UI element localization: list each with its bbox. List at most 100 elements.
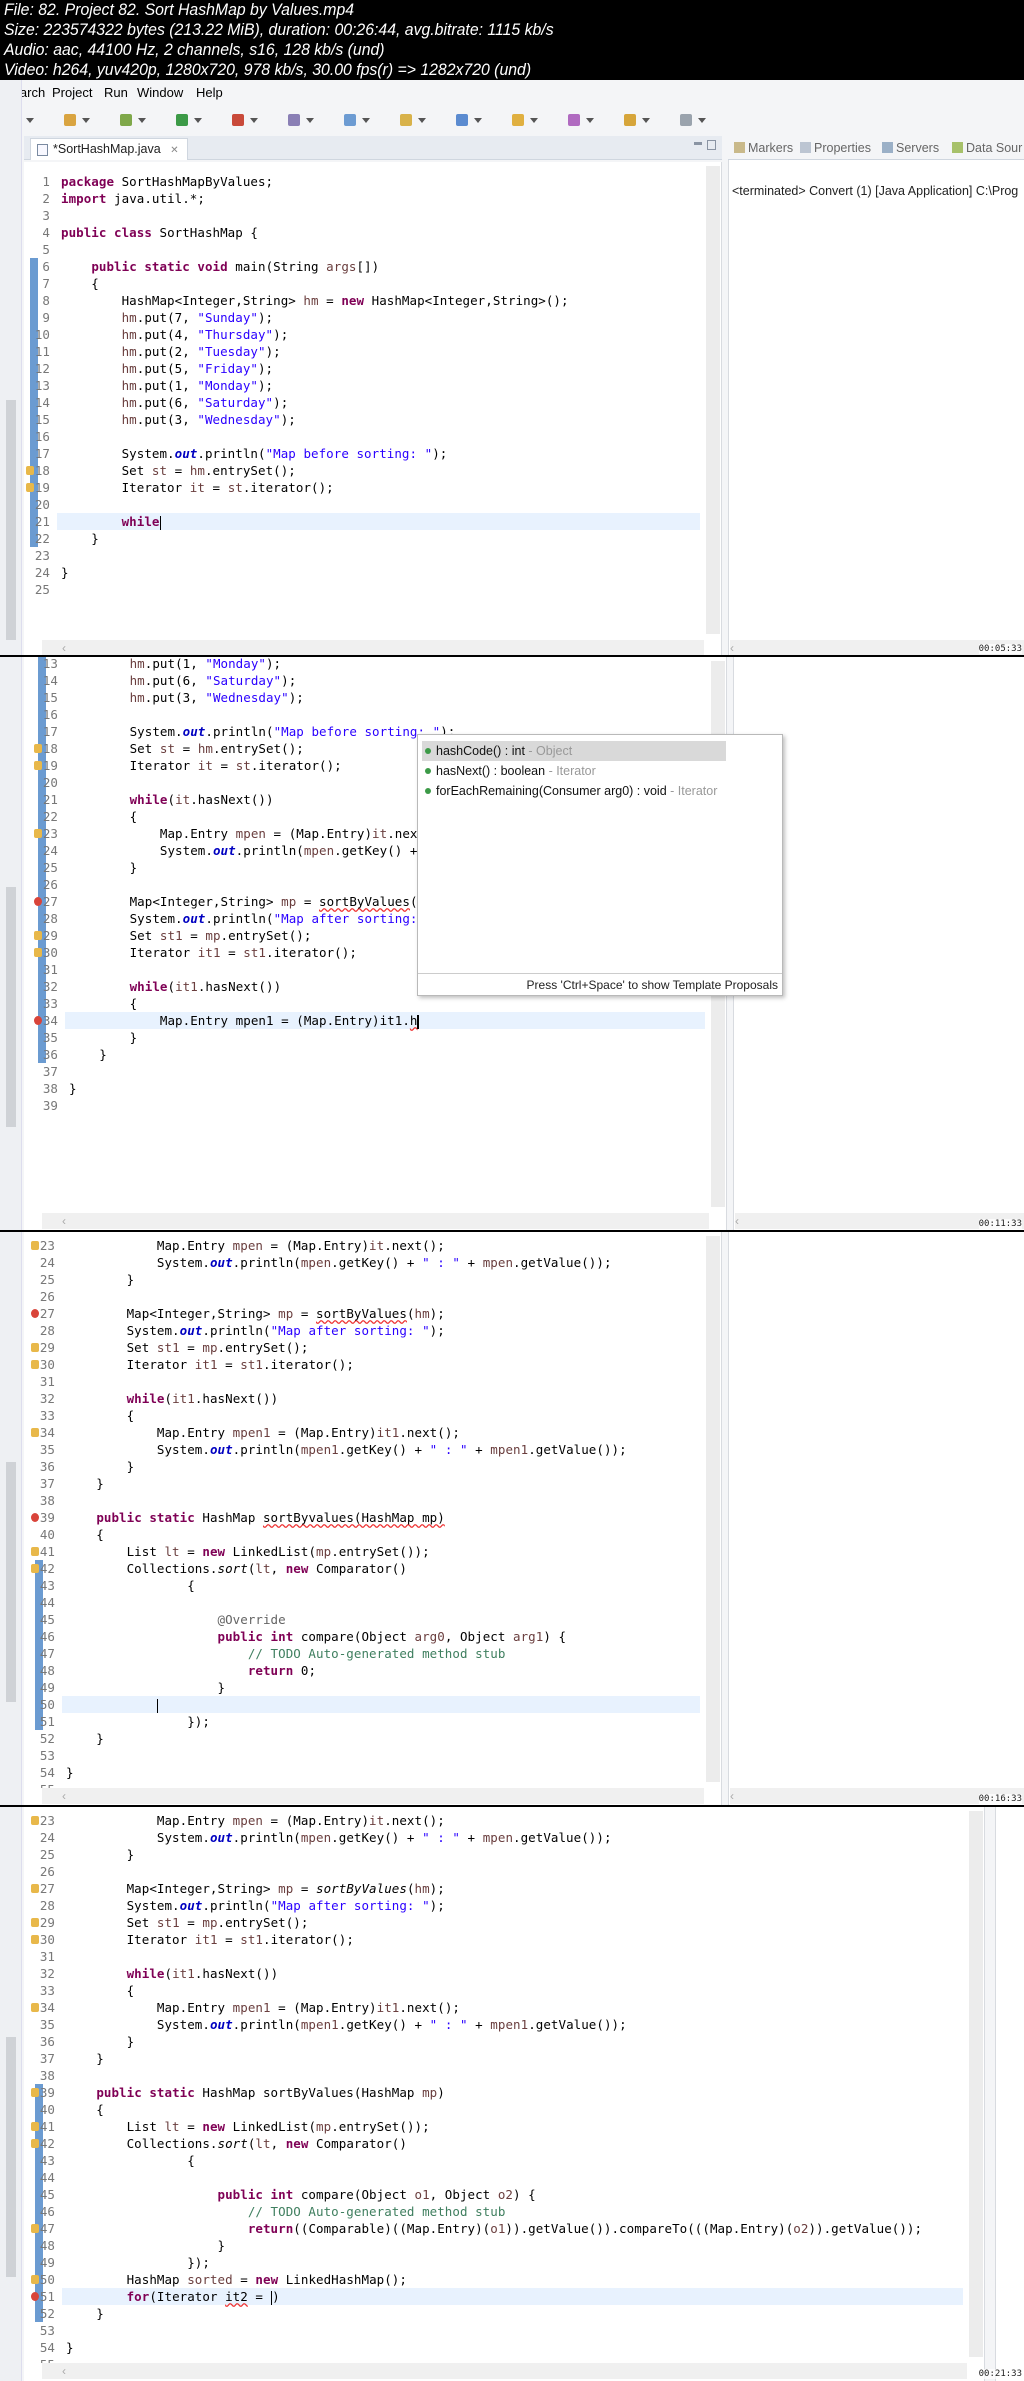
warning-marker-icon[interactable] [34,931,42,940]
code-text[interactable]: return((Comparable)((Map.Entry)(o1)).get… [66,2220,922,2237]
code-text[interactable]: System.out.println("Map before sorting: … [69,723,456,740]
code-text[interactable]: public class SortHashMap { [61,224,258,241]
code-text[interactable]: } [66,1679,226,1696]
warning-marker-icon[interactable] [31,2003,39,2012]
code-text[interactable]: { [66,1982,135,1999]
code-text[interactable]: public static void main(String args[]) [61,258,379,275]
code-text[interactable]: } [66,2339,74,2356]
code-text[interactable]: hm.put(4, "Thursday"); [61,326,289,343]
code-text[interactable]: } [69,859,138,876]
code-text[interactable]: } [66,1764,74,1781]
warning-marker-icon[interactable] [31,2122,39,2131]
code-text[interactable]: Map.Entry mpen = (Map.Entry)it.next(); [66,1237,445,1254]
code-text[interactable]: public int compare(Object o1, Object o2)… [66,2186,536,2203]
code-text[interactable]: System.out.println("Map after sorting: "… [66,1897,445,1914]
code-text[interactable]: HashMap sorted = new LinkedHashMap(); [66,2271,407,2288]
code-text[interactable]: } [66,1846,135,1863]
code-text[interactable]: hm.put(3, "Wednesday"); [61,411,296,428]
code-text[interactable]: Set st1 = mp.entrySet(); [66,1914,309,1931]
tab-markers[interactable]: Markers [734,140,793,156]
code-text[interactable]: Iterator it1 = st1.iterator(); [66,1931,354,1948]
warning-marker-icon[interactable] [26,466,34,475]
code-text[interactable]: }); [66,1713,210,1730]
warning-marker-icon[interactable] [34,829,42,838]
editor-hscrollbar[interactable]: ‹ [42,1213,709,1229]
warning-marker-icon[interactable] [34,948,42,957]
warning-marker-icon[interactable] [31,2088,39,2097]
warning-marker-icon[interactable] [26,483,34,492]
error-marker-icon[interactable] [31,2292,39,2301]
error-marker-icon[interactable] [31,1309,39,1318]
code-text[interactable]: while(it1.hasNext()) [66,1390,278,1407]
code-text[interactable]: { [66,1407,135,1424]
code-text[interactable]: System.out.println(mpen.getKey() + " : "… [66,1254,612,1271]
editor-vscrollbar[interactable] [706,1236,720,1782]
code-text[interactable]: } [69,1080,77,1097]
editor-vscrollbar[interactable] [969,1811,983,2357]
code-text[interactable]: } [66,1458,135,1475]
code-text[interactable]: return 0; [66,1662,316,1679]
code-text[interactable]: Iterator it1 = st1.iterator(); [66,1356,354,1373]
code-text[interactable]: while(it1.hasNext()) [66,1965,278,1982]
code-text[interactable] [66,1696,159,1713]
code-text[interactable]: } [69,1046,107,1063]
tab-data-source[interactable]: Data Sour [952,140,1022,156]
code-text[interactable]: { [66,1577,195,1594]
code-text[interactable]: { [69,995,138,1012]
editor-hscrollbar[interactable]: ‹ [42,2363,967,2379]
code-text[interactable]: hm.put(5, "Friday"); [61,360,273,377]
code-text[interactable]: Map<Integer,String> mp = sortByValues(hm… [66,1305,445,1322]
code-text[interactable]: Map<Integer,String> mp = sortByValues(hm… [66,1880,445,1897]
code-text[interactable]: hm.put(7, "Sunday"); [61,309,273,326]
error-marker-icon[interactable] [34,1016,42,1025]
error-marker-icon[interactable] [31,1513,39,1522]
code-text[interactable]: // TODO Auto-generated method stub [66,2203,506,2220]
warning-marker-icon[interactable] [31,1343,39,1352]
code-text[interactable]: while [61,513,161,530]
code-text[interactable]: for(Iterator it2 = ) [66,2288,280,2305]
code-text[interactable]: Map.Entry mpen1 = (Map.Entry)it1.next(); [66,1999,460,2016]
maximize-icon[interactable] [707,140,716,150]
warning-marker-icon[interactable] [31,1884,39,1893]
warning-marker-icon[interactable] [31,2224,39,2233]
tab-properties[interactable]: Properties [800,140,871,156]
code-text[interactable]: } [66,2033,135,2050]
warning-marker-icon[interactable] [31,1564,39,1573]
code-text[interactable]: System.out.println("Map after sorting: "… [66,1322,445,1339]
warning-marker-icon[interactable] [31,2139,39,2148]
code-text[interactable]: System.out.println(mpen.getKey() + " : "… [66,1829,612,1846]
warning-marker-icon[interactable] [34,761,42,770]
code-text[interactable]: { [69,808,138,825]
error-marker-icon[interactable] [34,897,42,906]
warning-marker-icon[interactable] [31,2275,39,2284]
code-text[interactable]: List lt = new LinkedList(mp.entrySet()); [66,2118,430,2135]
code-text[interactable]: hm.put(2, "Tuesday"); [61,343,281,360]
code-text[interactable]: Set st1 = mp.entrySet(); [66,1339,309,1356]
proposal-item[interactable]: forEachRemaining(Consumer arg0) : void -… [422,781,717,801]
code-text[interactable]: Set st = hm.entrySet(); [61,462,296,479]
editor-hscrollbar[interactable]: ‹ [42,1788,704,1804]
code-text[interactable]: Collections.sort(lt, new Comparator() [66,2135,407,2152]
warning-marker-icon[interactable] [31,1935,39,1944]
code-text[interactable]: while(it.hasNext()) [69,791,274,808]
code-text[interactable]: System.out.println("Map before sorting: … [61,445,448,462]
code-text[interactable]: Collections.sort(lt, new Comparator() [66,1560,407,1577]
code-text[interactable]: import java.util.*; [61,190,205,207]
editor-hscrollbar[interactable]: ‹ [42,640,704,656]
code-text[interactable]: Map.Entry mpen = (Map.Entry)it.next(); [66,1812,445,1829]
code-text[interactable]: public int compare(Object arg0, Object a… [66,1628,566,1645]
code-text[interactable]: Map<Integer,String> mp = sortByValues(hm… [69,893,448,910]
warning-marker-icon[interactable] [31,1816,39,1825]
code-text[interactable]: Map.Entry mpen1 = (Map.Entry)it1.next(); [66,1424,460,1441]
code-text[interactable]: } [61,564,69,581]
code-text[interactable]: } [69,1029,138,1046]
warning-marker-icon[interactable] [31,1918,39,1927]
code-text[interactable]: hm.put(1, "Monday"); [69,657,281,672]
code-text[interactable]: hm.put(3, "Wednesday"); [69,689,304,706]
code-text[interactable]: { [66,2152,195,2169]
proposal-item[interactable]: hasNext() : boolean - Iterator [422,761,596,781]
proposal-item[interactable]: hashCode() : int - Object [422,741,726,761]
warning-marker-icon[interactable] [34,744,42,753]
code-text[interactable]: hm.put(6, "Saturday"); [61,394,289,411]
code-text[interactable]: } [61,530,99,547]
